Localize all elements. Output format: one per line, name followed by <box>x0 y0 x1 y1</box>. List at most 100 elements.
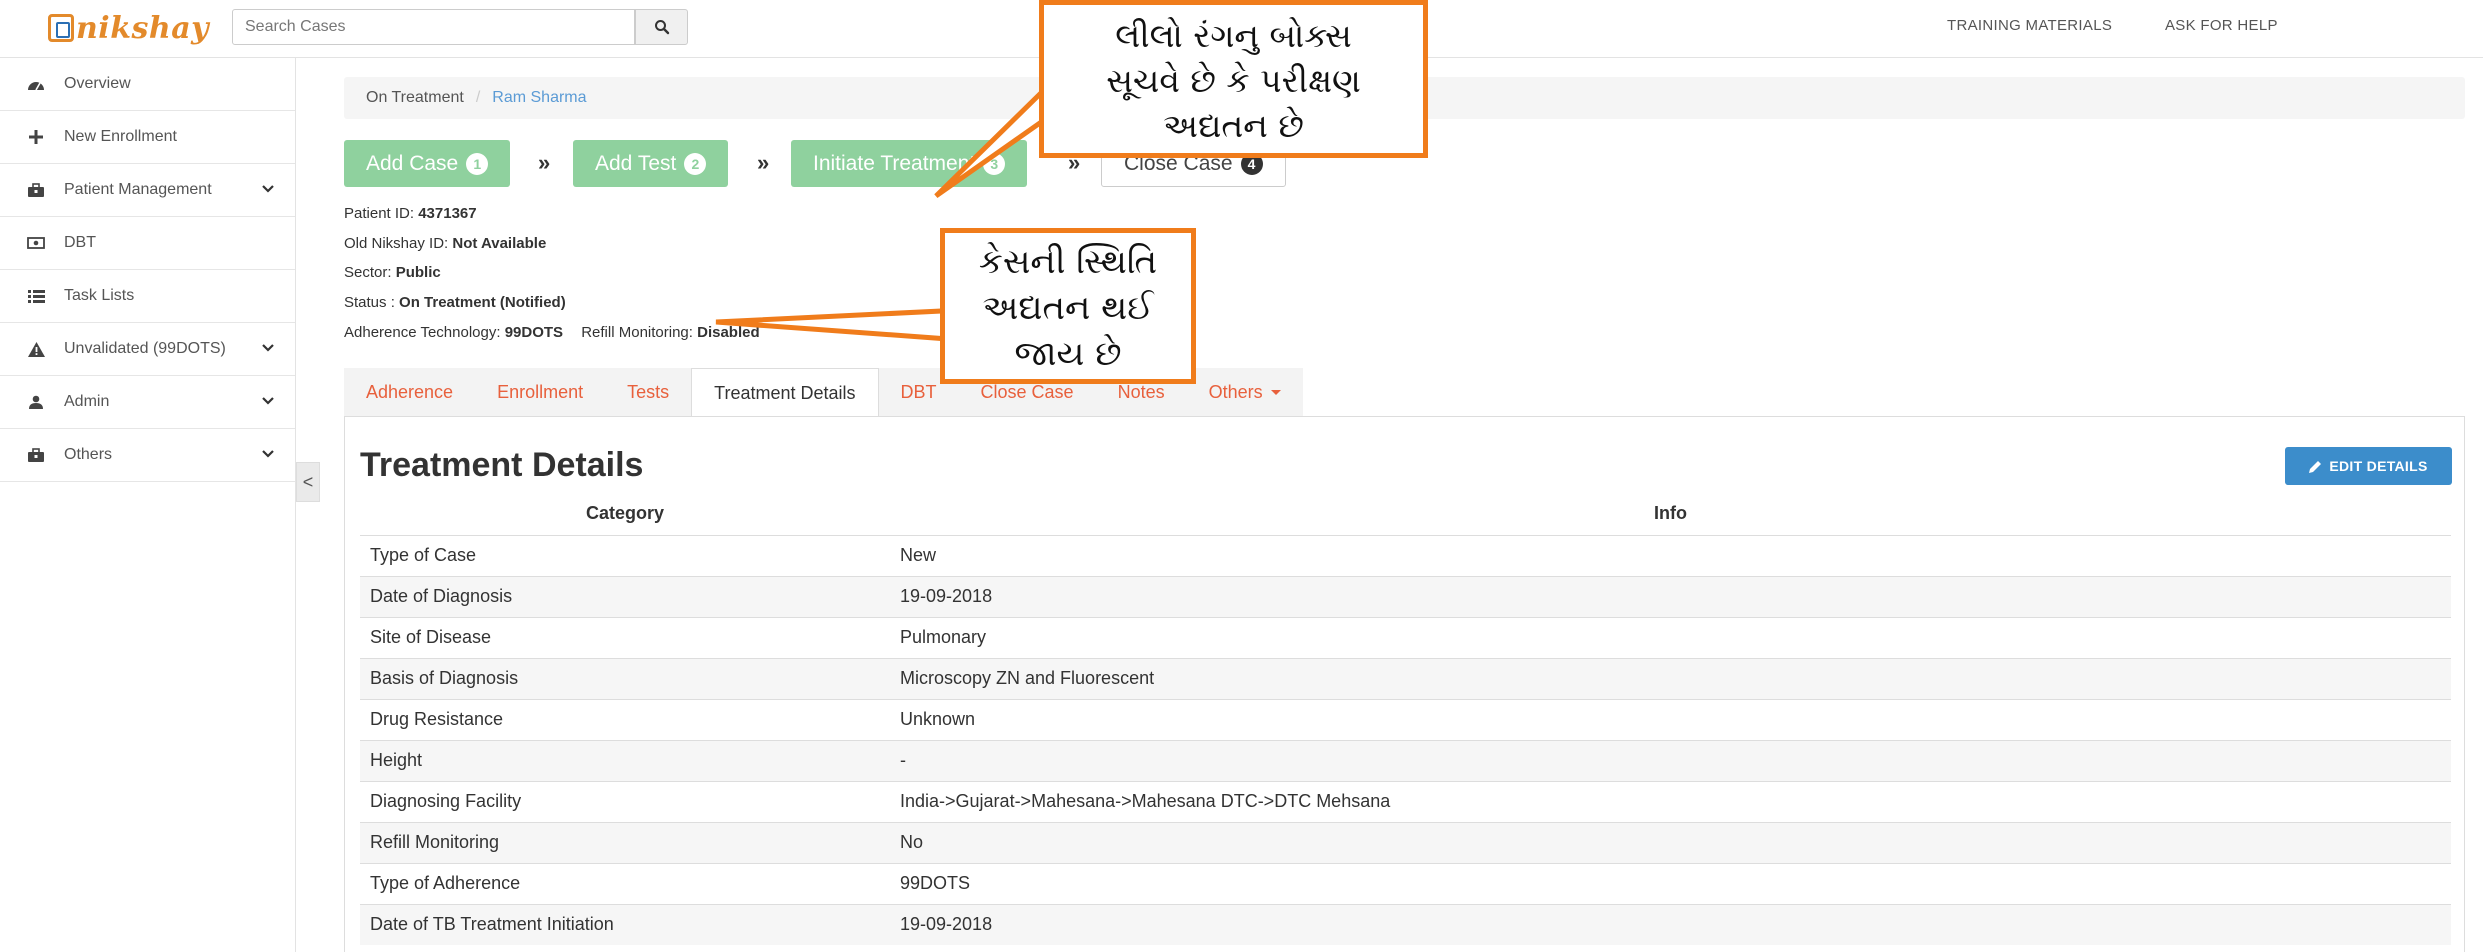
sector-line: Sector: Public <box>344 264 441 281</box>
edit-details-button[interactable]: EDIT DETAILS <box>2285 447 2452 485</box>
plus-icon <box>22 130 50 144</box>
sidebar-item-others[interactable]: Others <box>0 429 295 482</box>
table-row: Basis of Diagnosis Microscopy ZN and Fluo… <box>360 657 2451 699</box>
table-header-row: Category Info <box>360 493 2451 535</box>
callout-line: જાય છે <box>1014 334 1122 374</box>
tab-others[interactable]: Others <box>1186 368 1303 417</box>
patient-id-label: Patient ID: <box>344 205 415 222</box>
old-nikshay-id-line: Old Nikshay ID: Not Available <box>344 235 546 252</box>
table-row: Height - <box>360 739 2451 781</box>
chevron-down-icon <box>262 397 274 405</box>
sidebar-item-patient-management[interactable]: Patient Management <box>0 164 295 217</box>
search-button[interactable] <box>635 9 688 45</box>
briefcase-icon <box>22 182 50 198</box>
row-category: Date of TB Treatment Initiation <box>360 903 890 945</box>
logo-text: nikshay <box>76 10 210 46</box>
step-label: Add Case <box>366 151 459 175</box>
briefcase-icon <box>22 447 50 463</box>
row-category: Diagnosing Facility <box>360 780 890 822</box>
row-info: Unknown <box>890 698 2451 740</box>
row-info: 19-09-2018 <box>890 903 2451 945</box>
callout-green-box-note: લીલો રંગનુ બોક્સ સૂચવે છે કે પરીક્ષણ અદ્… <box>1039 0 1428 158</box>
pencil-icon <box>2309 460 2322 473</box>
sidebar-item-label: Task Lists <box>64 287 135 304</box>
sidebar-collapse-button[interactable]: < <box>296 462 320 502</box>
chevron-down-icon <box>262 450 274 458</box>
sidebar-item-admin[interactable]: Admin <box>0 376 295 429</box>
nikshay-logo[interactable]: nikshay <box>48 8 209 48</box>
chevron-down-icon <box>262 344 274 352</box>
sidebar-item-label: New Enrollment <box>64 128 177 145</box>
callout-line: સૂચવે છે કે પરીક્ષણ <box>1106 61 1361 100</box>
callout-status-note: કેસની સ્થિતિ અદ્યતન થઈ જાય છે <box>940 228 1196 384</box>
ask-for-help-link[interactable]: ASK FOR HELP <box>2165 17 2278 34</box>
row-category: Basis of Diagnosis <box>360 657 890 699</box>
sidebar-item-task-lists[interactable]: Task Lists <box>0 270 295 323</box>
step-arrow: » <box>757 150 770 175</box>
callout-line: અદ્યતન થઈ <box>982 288 1154 328</box>
edit-details-label: EDIT DETAILS <box>2329 458 2428 474</box>
sector-label: Sector: <box>344 264 392 281</box>
tab-treatment-details[interactable]: Treatment Details <box>691 368 879 417</box>
old-id-value: Not Available <box>452 235 547 252</box>
sector-value: Public <box>395 264 441 281</box>
adherence-line: Adherence Technology: 99DOTS Refill Moni… <box>344 324 760 341</box>
initiate-treatment-step-button[interactable]: Initiate Treatment 3 <box>791 140 1028 187</box>
row-category: Drug Resistance <box>360 698 890 740</box>
user-icon <box>22 395 50 409</box>
sidebar-item-label: Unvalidated (99DOTS) <box>64 340 226 357</box>
breadcrumb-separator: / <box>475 89 481 106</box>
row-info: 99DOTS <box>890 862 2451 904</box>
treatment-details-table: Category Info Type of Case New Date of Di… <box>360 493 2451 945</box>
status-label: Status : <box>344 294 395 311</box>
sidebar-item-dbt[interactable]: DBT <box>0 217 295 270</box>
step-label: Add Test <box>595 151 677 175</box>
step-label: Initiate Treatment <box>813 151 976 175</box>
row-category: Refill Monitoring <box>360 821 890 863</box>
search-input[interactable] <box>232 9 635 45</box>
chevron-down-icon <box>262 185 274 193</box>
warning-icon <box>22 341 50 357</box>
add-test-step-button[interactable]: Add Test 2 <box>573 140 729 187</box>
row-info: No <box>890 821 2451 863</box>
search-icon <box>654 20 669 35</box>
row-info: New <box>890 534 2451 576</box>
row-info: India->Gujarat->Mahesana->Mahesana DTC->… <box>890 780 2451 822</box>
row-info: Microscopy ZN and Fluorescent <box>890 657 2451 699</box>
table-row: Type of Adherence 99DOTS <box>360 862 2451 904</box>
sidebar-item-label: Admin <box>64 393 110 410</box>
status-value: On Treatment (Notified) <box>399 294 566 311</box>
step-badge: 2 <box>684 152 707 175</box>
logo-mark-icon <box>48 14 74 42</box>
table-row: Site of Disease Pulmonary <box>360 616 2451 658</box>
row-category: Site of Disease <box>360 616 890 658</box>
money-icon <box>22 237 50 249</box>
refill-value: Disabled <box>697 324 760 341</box>
sidebar-item-label: Patient Management <box>64 181 212 198</box>
sidebar-item-new-enrollment[interactable]: New Enrollment <box>0 111 295 164</box>
tab-enrollment[interactable]: Enrollment <box>475 368 606 417</box>
step-arrow: » <box>538 150 551 175</box>
tab-adherence[interactable]: Adherence <box>344 368 476 417</box>
row-info: - <box>890 739 2451 781</box>
patient-id-value: 4371367 <box>418 205 477 222</box>
list-icon <box>22 289 50 303</box>
sidebar-item-label: DBT <box>64 234 96 251</box>
sidebar-item-label: Others <box>64 446 113 463</box>
sidebar-item-overview[interactable]: Overview <box>0 58 295 111</box>
tab-tests[interactable]: Tests <box>605 368 692 417</box>
adherence-value: 99DOTS <box>504 324 564 341</box>
status-line: Status : On Treatment (Notified) <box>344 294 566 311</box>
sidebar-item-unvalidated[interactable]: Unvalidated (99DOTS) <box>0 323 295 376</box>
table-row: Type of Case New <box>360 534 2451 576</box>
row-category: Type of Adherence <box>360 862 890 904</box>
row-category: Date of Diagnosis <box>360 575 890 617</box>
section-title: Treatment Details <box>360 446 644 484</box>
patient-id-line: Patient ID: 4371367 <box>344 205 477 222</box>
table-row: Refill Monitoring No <box>360 821 2451 863</box>
add-case-step-button[interactable]: Add Case 1 <box>344 140 511 187</box>
breadcrumb-current[interactable]: Ram Sharma <box>492 89 586 107</box>
breadcrumb-parent[interactable]: On Treatment <box>366 89 464 107</box>
training-materials-link[interactable]: TRAINING MATERIALS <box>1947 17 2112 34</box>
table-row: Diagnosing Facility India->Gujarat->Mahes… <box>360 780 2451 822</box>
